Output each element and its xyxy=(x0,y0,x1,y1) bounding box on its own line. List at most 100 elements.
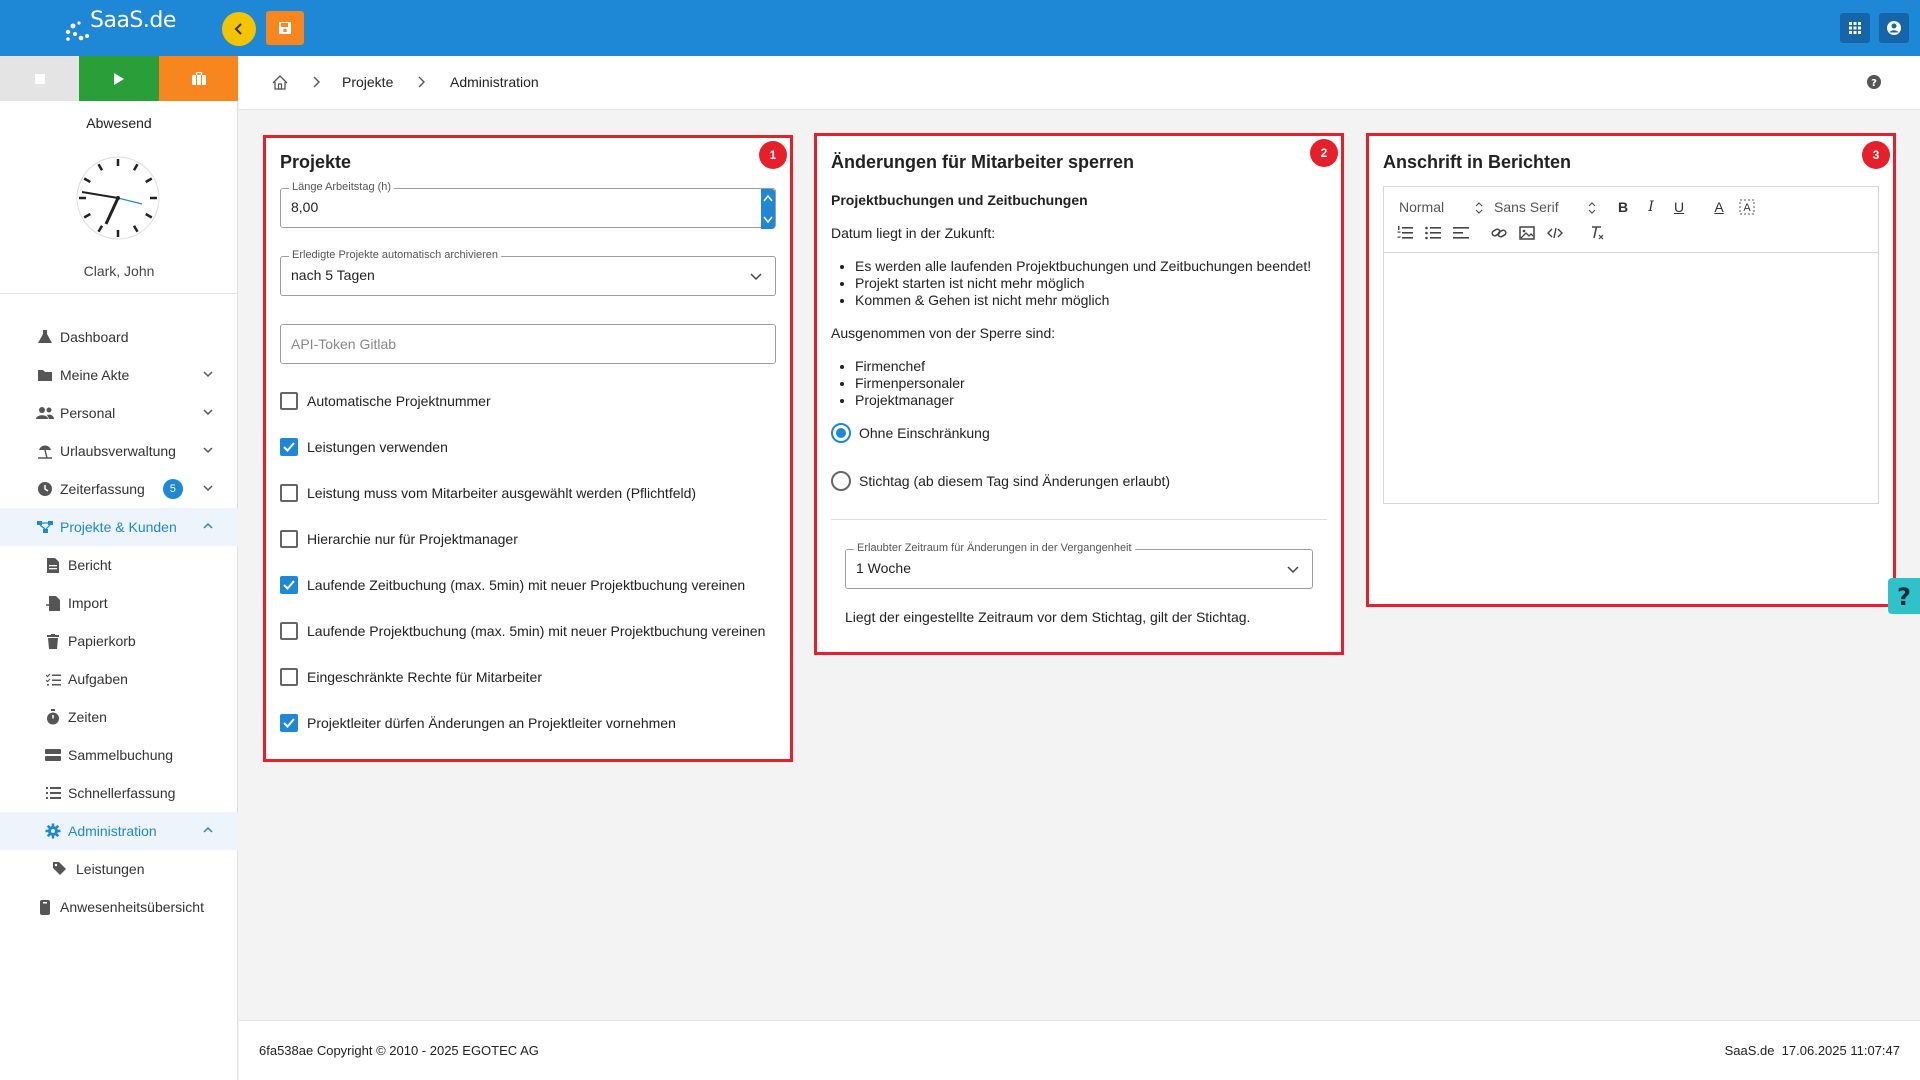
checkbox[interactable] xyxy=(280,714,298,732)
play-icon xyxy=(114,72,124,85)
editor-toolbar: Normal Sans Serif B I U A A xyxy=(1384,187,1878,253)
checkbox[interactable] xyxy=(280,484,298,502)
text-color-icon[interactable]: A xyxy=(1710,198,1728,216)
radio-button[interactable] xyxy=(831,471,851,491)
list-item: Es werden alle laufenden Projektbuchunge… xyxy=(855,258,1311,275)
link-icon[interactable] xyxy=(1490,224,1508,242)
user-menu-button[interactable] xyxy=(1879,13,1909,43)
sidebar-item-sammelbuchung[interactable]: Sammelbuchung xyxy=(0,736,238,774)
clear-formatting-icon[interactable] xyxy=(1588,224,1606,242)
bullet-list-icon[interactable] xyxy=(1424,224,1442,242)
option-service-required[interactable]: Leistung muss vom Mitarbeiter ausgewählt… xyxy=(280,482,696,504)
checkbox[interactable] xyxy=(280,530,298,548)
background-color-icon[interactable]: A xyxy=(1738,198,1756,216)
input-placeholder: API-Token Gitlab xyxy=(291,336,397,352)
sidebar-item-schnellerfassung[interactable]: Schnellerfassung xyxy=(0,774,238,812)
beach-icon xyxy=(36,442,54,460)
bold-icon[interactable]: B xyxy=(1614,198,1632,216)
question-mark-icon: ? xyxy=(1897,584,1911,608)
help-icon[interactable]: ? xyxy=(1866,74,1882,90)
ordered-list-icon[interactable] xyxy=(1396,224,1414,242)
svg-text:A: A xyxy=(1743,202,1751,214)
archive-projects-select[interactable]: Erledigte Projekte automatisch archivier… xyxy=(280,249,776,296)
checkbox[interactable] xyxy=(280,392,298,410)
sidebar-item-label: Urlaubsverwaltung xyxy=(60,443,176,459)
checkbox[interactable] xyxy=(280,438,298,456)
footer-timestamp: 17.06.2025 11:07:47 xyxy=(1781,1043,1900,1058)
checkbox[interactable] xyxy=(280,668,298,686)
stopwatch-icon xyxy=(44,708,62,726)
breadcrumb-projekte[interactable]: Projekte xyxy=(342,74,393,90)
number-stepper[interactable] xyxy=(761,189,775,229)
home-icon[interactable] xyxy=(272,75,288,90)
sidebar-item-label: Bericht xyxy=(68,557,112,573)
align-left-icon[interactable] xyxy=(1452,224,1470,242)
flask-icon xyxy=(36,328,54,346)
allowed-period-select[interactable]: Erlaubter Zeitraum für Änderungen in der… xyxy=(845,542,1313,589)
breadcrumb-administration[interactable]: Administration xyxy=(450,74,539,90)
italic-icon[interactable]: I xyxy=(1642,198,1660,216)
sidebar-item-aufgaben[interactable]: Aufgaben xyxy=(0,660,238,698)
sidebar-item-zeiterfassung[interactable]: Zeiterfassung 5 xyxy=(0,470,238,508)
sidebar-item-papierkorb[interactable]: Papierkorb xyxy=(0,622,238,660)
chevron-down-icon xyxy=(203,485,213,492)
play-button[interactable] xyxy=(79,56,159,101)
gitlab-token-input[interactable]: API-Token Gitlab xyxy=(280,324,776,364)
saas-logo[interactable]: SaaS.de xyxy=(60,4,176,48)
sidebar-item-bericht[interactable]: Bericht xyxy=(0,546,238,584)
radio-no-restriction[interactable]: Ohne Einschränkung xyxy=(831,422,990,444)
back-button[interactable] xyxy=(222,12,256,46)
option-merge-project-booking[interactable]: Laufende Projektbuchung (max. 5min) mit … xyxy=(280,620,765,642)
sidebar-item-administration[interactable]: Administration xyxy=(0,812,238,850)
card-number-badge: 2 xyxy=(1310,139,1338,167)
business-trip-button[interactable] xyxy=(159,56,238,101)
sidebar-divider xyxy=(0,293,238,294)
chevron-down-icon xyxy=(203,371,213,378)
sidebar-item-anwesenheitsuebersicht[interactable]: Anwesenheitsübersicht xyxy=(0,888,238,926)
list-item: Kommen & Gehen ist nicht mehr möglich xyxy=(855,292,1311,309)
checkbox[interactable] xyxy=(280,576,298,594)
exceptions-list: Firmenchef Firmenpersonaler Projektmanag… xyxy=(855,358,965,409)
code-icon[interactable] xyxy=(1546,224,1564,242)
suitcase-icon xyxy=(191,72,206,85)
radio-cutoff-date[interactable]: Stichtag (ab diesem Tag sind Änderungen … xyxy=(831,470,1170,492)
font-family-select[interactable]: Sans Serif xyxy=(1494,199,1559,215)
sidebar-item-personal[interactable]: Personal xyxy=(0,394,238,432)
sidebar-item-projekte-kunden[interactable]: Projekte & Kunden xyxy=(0,508,238,546)
sidebar-item-leistungen[interactable]: Leistungen xyxy=(0,850,238,888)
radio-label: Stichtag (ab diesem Tag sind Änderungen … xyxy=(859,473,1171,489)
sidebar-item-urlaubsverwaltung[interactable]: Urlaubsverwaltung xyxy=(0,432,238,470)
image-icon[interactable] xyxy=(1518,224,1536,242)
select-arrows-icon xyxy=(1475,202,1483,214)
option-use-services[interactable]: Leistungen verwenden xyxy=(280,436,448,458)
sidebar-item-label: Meine Akte xyxy=(60,367,130,383)
field-value: 1 Woche xyxy=(856,560,911,576)
stop-button[interactable] xyxy=(0,56,79,101)
trash-icon xyxy=(44,632,62,650)
sidebar-item-label: Import xyxy=(68,595,108,611)
field-value: 8,00 xyxy=(291,199,319,215)
radio-button[interactable] xyxy=(831,423,851,443)
checkbox-label: Laufende Zeitbuchung (max. 5min) mit neu… xyxy=(307,577,746,593)
editor-content-area[interactable] xyxy=(1384,254,1878,503)
save-button[interactable] xyxy=(266,11,304,45)
apps-button[interactable] xyxy=(1840,13,1870,43)
option-auto-project-number[interactable]: Automatische Projektnummer xyxy=(280,390,491,412)
option-merge-time-booking[interactable]: Laufende Zeitbuchung (max. 5min) mit neu… xyxy=(280,574,745,596)
sidebar-item-zeiten[interactable]: Zeiten xyxy=(0,698,238,736)
underline-icon[interactable]: U xyxy=(1670,198,1688,216)
checkbox[interactable] xyxy=(280,622,298,640)
option-leaders-edit-leaders[interactable]: Projektleiter dürfen Änderungen an Proje… xyxy=(280,712,676,734)
sidebar-item-meine-akte[interactable]: Meine Akte xyxy=(0,356,238,394)
future-consequences-list: Es werden alle laufenden Projektbuchunge… xyxy=(855,258,1311,309)
sidebar-item-import[interactable]: Import xyxy=(0,584,238,622)
field-label: Länge Arbeitstag (h) xyxy=(289,181,395,193)
sidebar-item-label: Projekte & Kunden xyxy=(60,519,177,535)
help-tab[interactable]: ? xyxy=(1888,578,1920,614)
paragraph-format-select[interactable]: Normal xyxy=(1399,199,1444,215)
sidebar-item-dashboard[interactable]: Dashboard xyxy=(0,318,238,356)
workday-length-field[interactable]: Länge Arbeitstag (h) 8,00 xyxy=(280,181,776,229)
option-restricted-rights[interactable]: Eingeschränkte Rechte für Mitarbeiter xyxy=(280,666,542,688)
card-number-badge: 1 xyxy=(759,141,787,169)
option-hierarchy-managers[interactable]: Hierarchie nur für Projektmanager xyxy=(280,528,518,550)
